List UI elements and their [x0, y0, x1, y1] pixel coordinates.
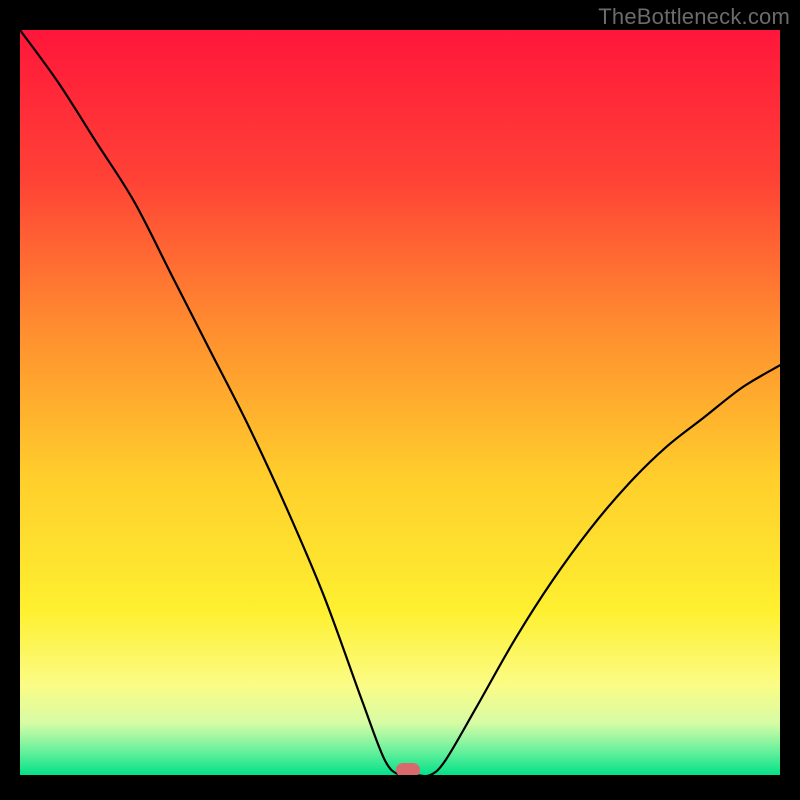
optimal-point-marker: [396, 763, 420, 775]
plot-area: [20, 30, 780, 775]
bottleneck-curve: [20, 30, 780, 775]
watermark-text: TheBottleneck.com: [598, 4, 790, 30]
chart-frame: TheBottleneck.com: [0, 0, 800, 800]
